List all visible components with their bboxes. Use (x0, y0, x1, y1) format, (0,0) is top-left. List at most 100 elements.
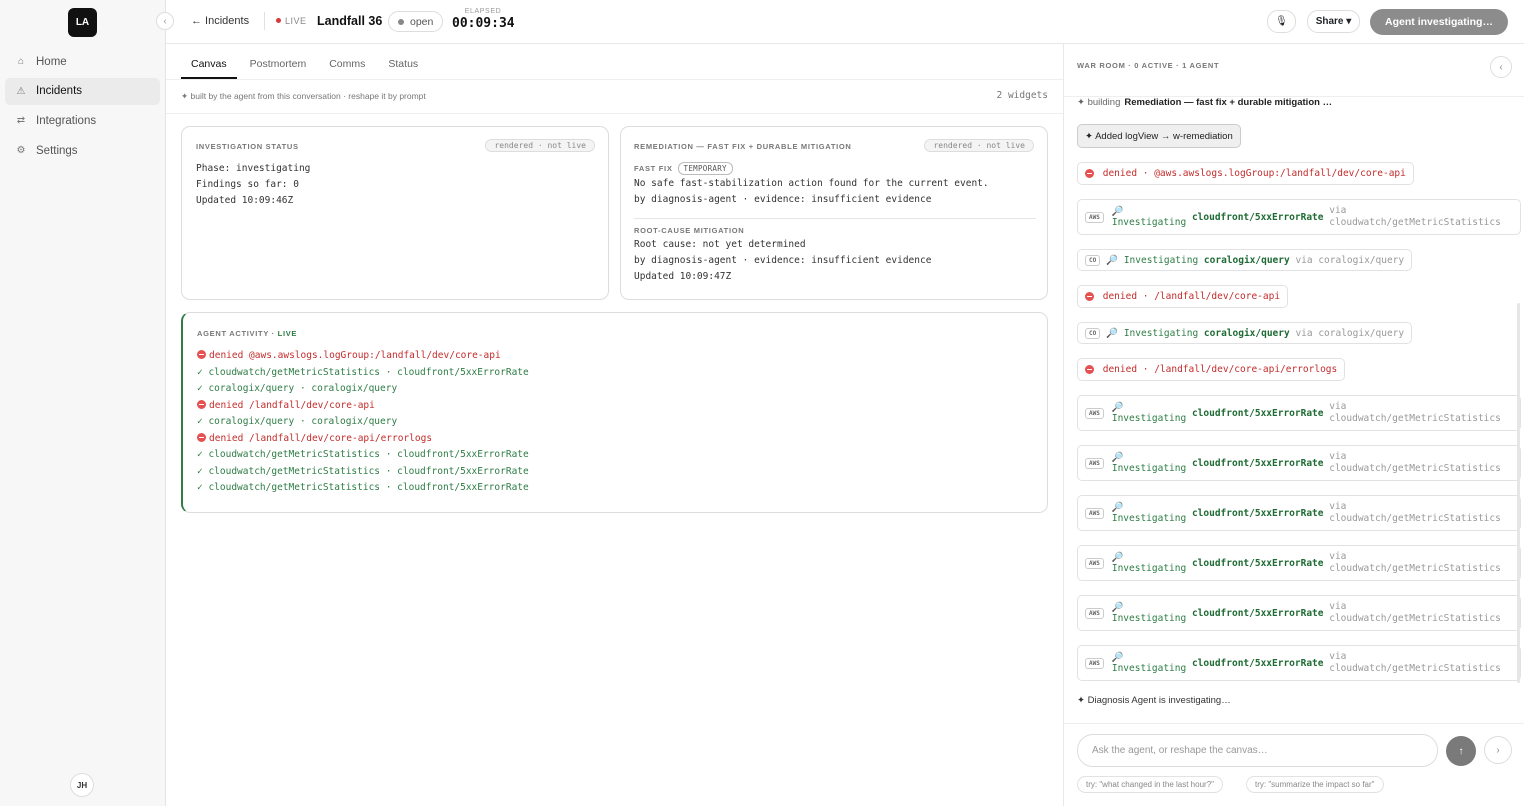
aws-tag: AWS (1085, 507, 1104, 519)
via-label: via (1329, 601, 1347, 612)
feed-item-investigating[interactable]: AWS 🔎 Investigating cloudfront/5xxErrorRat… (1077, 445, 1521, 481)
via-tool: via cloudwatch/getMetricStatistics (1329, 451, 1501, 475)
via-tool: via cloudwatch/getMetricStatistics (1329, 651, 1501, 675)
microphone-icon: 🎙 (1275, 16, 1288, 27)
divider (166, 79, 1063, 80)
via-tool: via cloudwatch/getMetricStatistics (1329, 601, 1501, 625)
war-room-collapse-button[interactable]: ‹ (1490, 56, 1512, 78)
root-cause-body: Root cause: not yet determined by diagno… (634, 237, 1036, 285)
via-tool: via cloudwatch/getMetricStatistics (1329, 551, 1501, 575)
suggestion-chip[interactable]: try: "summarize the impact so far" (1246, 776, 1384, 793)
feed-item-investigating[interactable]: CO 🔎 Investigating coralogix/query via co… (1077, 249, 1413, 271)
tab-status[interactable]: Status (378, 54, 428, 79)
feed-text: denied · @aws.awslogs.logGroup:/landfall… (1102, 168, 1406, 179)
tab-comms[interactable]: Comms (319, 54, 375, 79)
tab-bar: Canvas Postmortem Comms Status (181, 54, 431, 79)
feed-item-investigating[interactable]: AWS 🔎 Investigating cloudfront/5xxErrorRa… (1077, 199, 1521, 235)
suggestion-chip[interactable]: try: "what changed in the last hour?" (1077, 776, 1223, 793)
remediation-widget[interactable]: REMEDIATION — FAST FIX + DURABLE MITIGAT… (620, 126, 1048, 300)
no-entry-icon (1085, 169, 1094, 178)
aws-tag: AWS (1085, 657, 1104, 669)
fast-fix-header: FAST FIX TEMPORARY (634, 160, 1036, 175)
arrows-exchange-icon: ⇄ (16, 115, 26, 127)
canvas-area: Canvas Postmortem Comms Status ✦ built b… (166, 44, 1063, 806)
investigation-status-widget[interactable]: INVESTIGATION STATUS rendered · not live… (181, 126, 609, 300)
send-button[interactable]: ↑ (1446, 736, 1476, 766)
agent-activity-widget[interactable]: AGENT ACTIVITY · LIVE denied @aws.awslog… (181, 312, 1048, 513)
agent-investigating-button[interactable]: Agent investigating… (1370, 9, 1508, 35)
activity-line: ✓ cloudwatch/getMetricStatistics · cloud… (197, 482, 529, 493)
building-target: Remediation — fast fix + durable mitigat… (1124, 97, 1333, 108)
investigating-text: Investigating (1111, 217, 1187, 228)
via-tool: via cloudwatch/getMetricStatistics (1329, 205, 1501, 229)
activity-line: ✓ coralogix/query · coralogix/query (197, 383, 398, 394)
tool-name: cloudwatch/getMetricStatistics (1329, 217, 1501, 228)
canvas-subheading: ✦ built by the agent from this conversat… (181, 91, 426, 101)
query-name: coralogix/query (1203, 327, 1290, 339)
status-label: open (410, 15, 434, 28)
aws-tag: AWS (1085, 211, 1104, 223)
render-state-badge: rendered · not live (924, 139, 1034, 152)
no-entry-icon (1085, 292, 1094, 301)
activity-line: denied /landfall/dev/core-api (197, 398, 529, 415)
chevron-left-icon: ‹ (1499, 61, 1503, 73)
aws-tag: AWS (1085, 557, 1104, 569)
via-label: via (1329, 401, 1347, 412)
widget-body: FAST FIX TEMPORARY No safe fast-stabiliza… (634, 160, 1036, 285)
widget-body: Phase: investigating Findings so far: 0 … (196, 161, 310, 209)
via-tool: via coralogix/query (1295, 254, 1405, 266)
metric-name: cloudfront/5xxErrorRate (1191, 657, 1324, 669)
tool-name: cloudwatch/getMetricStatistics (1329, 413, 1501, 424)
activity-line: ✓ cloudwatch/getMetricStatistics · cloud… (197, 449, 529, 460)
incident-title: Landfall 36 (317, 14, 383, 28)
fast-fix-line: No safe fast-stabilization action found … (634, 178, 989, 189)
back-to-incidents-link[interactable]: ← Incidents (191, 15, 249, 27)
sidebar-nav: ⌂ Home ⚠ Incidents ⇄ Integrations ⚙ Sett… (5, 48, 160, 167)
microphone-button[interactable]: 🎙 (1267, 10, 1296, 33)
metric-name: cloudfront/5xxErrorRate (1191, 211, 1324, 223)
investigating-label: 🔎 Investigating (1112, 552, 1186, 574)
activity-text: denied /landfall/dev/core-api (209, 399, 375, 411)
activity-title: AGENT ACTIVITY · (197, 329, 278, 338)
app-logo[interactable]: LA (68, 8, 97, 37)
sidebar-item-integrations[interactable]: ⇄ Integrations (5, 107, 160, 134)
sidebar-item-settings[interactable]: ⚙ Settings (5, 137, 160, 164)
investigating-text: Investigating (1111, 613, 1187, 624)
metric-name: cloudfront/5xxErrorRate (1191, 507, 1324, 519)
metric-name: cloudfront/5xxErrorRate (1191, 457, 1324, 469)
metric-name: cloudfront/5xxErrorRate (1191, 407, 1324, 419)
feed-item-investigating[interactable]: CO 🔎 Investigating coralogix/query via co… (1077, 322, 1413, 344)
investigating-text: Investigating (1111, 513, 1187, 524)
aws-tag: AWS (1085, 407, 1104, 419)
share-button[interactable]: Share ▾ (1307, 10, 1360, 33)
feed-item-investigating[interactable]: AWS 🔎 Investigating cloudfront/5xxErrorRat… (1077, 495, 1521, 531)
status-badge[interactable]: open (388, 11, 444, 32)
via-label: via (1329, 205, 1347, 216)
via-label: via (1329, 451, 1347, 462)
added-widget-chip[interactable]: ✦ Added logView → w-remediation (1077, 124, 1241, 148)
next-button[interactable]: › (1484, 736, 1512, 764)
agent-prompt-input[interactable]: Ask the agent, or reshape the canvas… (1077, 734, 1438, 767)
user-avatar[interactable]: JH (70, 773, 94, 797)
feed-item-denied[interactable]: denied · @aws.awslogs.logGroup:/landfall… (1077, 162, 1414, 185)
sidebar-collapse-button[interactable]: ‹ (156, 12, 174, 30)
tab-postmortem[interactable]: Postmortem (240, 54, 317, 79)
fast-fix-line: by diagnosis-agent · evidence: insuffici… (634, 194, 932, 205)
feed-item-denied[interactable]: denied · /landfall/dev/core-api (1077, 285, 1289, 308)
feed-item-denied[interactable]: denied · /landfall/dev/core-api/errorlog… (1077, 358, 1346, 381)
feed-item-investigating[interactable]: AWS 🔎 Investigating cloudfront/5xxErrorRat… (1077, 545, 1521, 581)
fast-fix-body: No safe fast-stabilization action found … (634, 176, 1036, 208)
feed-item-investigating[interactable]: AWS 🔎 Investigating cloudfront/5xxErrorRat… (1077, 595, 1521, 631)
feed-item-investigating[interactable]: AWS 🔎 Investigating cloudfront/5xxErrorRat… (1077, 645, 1521, 681)
aws-tag: AWS (1085, 607, 1104, 619)
sidebar-item-incidents[interactable]: ⚠ Incidents (5, 77, 160, 105)
activity-line: ✓ coralogix/query · coralogix/query (197, 416, 398, 427)
sidebar-item-home[interactable]: ⌂ Home (5, 48, 160, 75)
sidebar-item-label: Home (36, 55, 67, 68)
feed-item-investigating[interactable]: AWS 🔎 Investigating cloudfront/5xxErrorRat… (1077, 395, 1521, 431)
activity-line: ✓ cloudwatch/getMetricStatistics · cloud… (197, 366, 529, 378)
tab-canvas[interactable]: Canvas (181, 54, 237, 79)
no-entry-icon (197, 350, 206, 359)
scrollbar[interactable] (1517, 303, 1520, 683)
divider (264, 12, 265, 30)
